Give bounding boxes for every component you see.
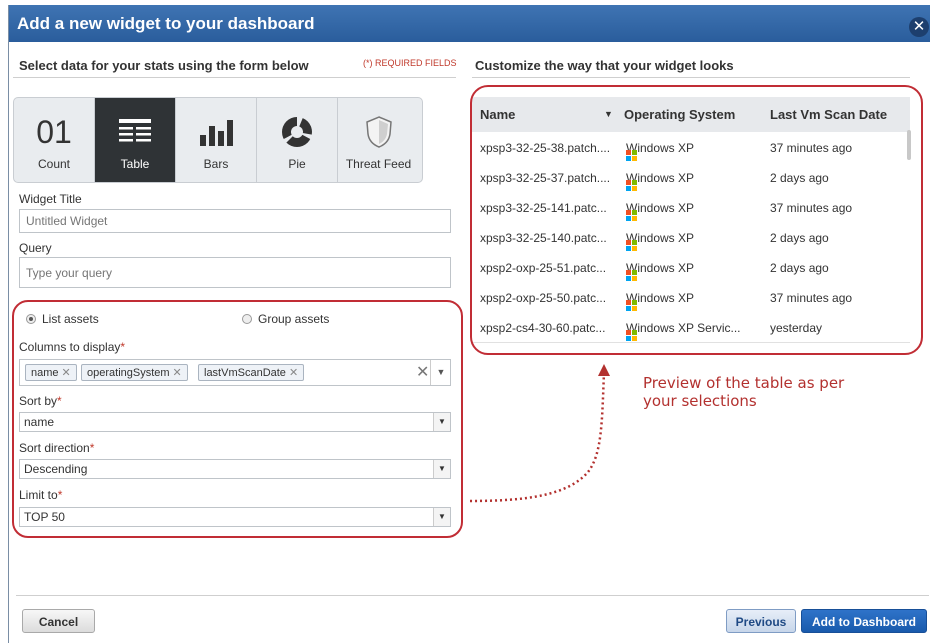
- chevron-down-icon: ▼: [433, 460, 450, 478]
- shield-icon: [365, 116, 392, 148]
- query-label: Query: [19, 241, 52, 255]
- widget-type-selector: 01 Count Table Bars Pie Threat Feed: [13, 97, 423, 183]
- footer-divider: [16, 595, 929, 596]
- right-divider: [472, 77, 910, 78]
- add-to-dashboard-button[interactable]: Add to Dashboard: [801, 609, 927, 633]
- dropdown-caret-icon[interactable]: ▼: [430, 360, 451, 385]
- column-tag-name[interactable]: name ✕: [25, 364, 77, 381]
- type-label: Threat Feed: [345, 157, 412, 171]
- sort-direction-select[interactable]: Descending ▼: [19, 459, 451, 479]
- type-threat-feed[interactable]: Threat Feed: [338, 98, 419, 182]
- type-pie[interactable]: Pie: [257, 98, 338, 182]
- type-label: Table: [120, 157, 150, 171]
- remove-tag-icon: ✕: [172, 367, 182, 379]
- sort-direction-label: Sort direction*: [19, 441, 95, 455]
- chevron-down-icon: ▼: [433, 413, 450, 431]
- clear-all-icon[interactable]: ✕: [416, 362, 429, 382]
- right-heading: Customize the way that your widget looks: [475, 58, 734, 73]
- limit-select[interactable]: TOP 50 ▼: [19, 507, 451, 527]
- dotted-arrow: [469, 364, 610, 503]
- preview-annotation: Preview of the table as per your selecti…: [643, 374, 845, 410]
- table-icon: [119, 119, 151, 142]
- dialog-titlebar: Add a new widget to your dashboard: [9, 5, 930, 42]
- chevron-down-icon: ▼: [433, 508, 450, 526]
- radio-list-assets[interactable]: List assets: [26, 312, 99, 326]
- left-divider: [13, 77, 456, 78]
- type-bars[interactable]: Bars: [176, 98, 257, 182]
- left-heading: Select data for your stats using the for…: [19, 58, 309, 73]
- column-tag-operating-system[interactable]: operatingSystem ✕: [81, 364, 188, 381]
- pie-chart-icon: [280, 115, 314, 147]
- type-count[interactable]: 01 Count: [14, 98, 95, 182]
- radio-selected-icon: [26, 314, 36, 324]
- query-input[interactable]: [19, 257, 451, 288]
- count-icon: 01: [36, 113, 72, 150]
- remove-tag-icon: ✕: [288, 367, 299, 379]
- radio-list-label: List assets: [42, 312, 99, 326]
- column-tag-last-scan[interactable]: lastVmScanDate ✕: [198, 364, 305, 381]
- radio-group-assets[interactable]: Group assets: [242, 312, 329, 326]
- close-icon[interactable]: ✕: [909, 17, 929, 37]
- required-fields-note: (*) REQUIRED FIELDS: [363, 58, 457, 68]
- limit-label: Limit to*: [19, 488, 63, 502]
- columns-multiselect[interactable]: name ✕ operatingSystem ✕ lastVmScanDate ✕ ✕…: [19, 359, 451, 386]
- previous-button[interactable]: Previous: [726, 609, 796, 633]
- dialog-title: Add a new widget to your dashboard: [17, 14, 315, 33]
- bar-chart-icon: [200, 120, 233, 146]
- widget-title-label: Widget Title: [19, 192, 82, 206]
- radio-unselected-icon: [242, 314, 252, 324]
- sort-by-select[interactable]: name ▼: [19, 412, 451, 432]
- cancel-button[interactable]: Cancel: [22, 609, 95, 633]
- type-table[interactable]: Table: [95, 98, 176, 182]
- sort-by-label: Sort by*: [19, 394, 62, 408]
- radio-group-label: Group assets: [258, 312, 330, 326]
- type-label: Bars: [203, 157, 229, 171]
- preview-highlight: [470, 85, 923, 355]
- type-label: Pie: [288, 157, 306, 171]
- remove-tag-icon: ✕: [61, 367, 71, 379]
- type-label: Count: [37, 157, 71, 171]
- widget-title-input[interactable]: [19, 209, 451, 233]
- columns-label: Columns to display*: [19, 340, 126, 354]
